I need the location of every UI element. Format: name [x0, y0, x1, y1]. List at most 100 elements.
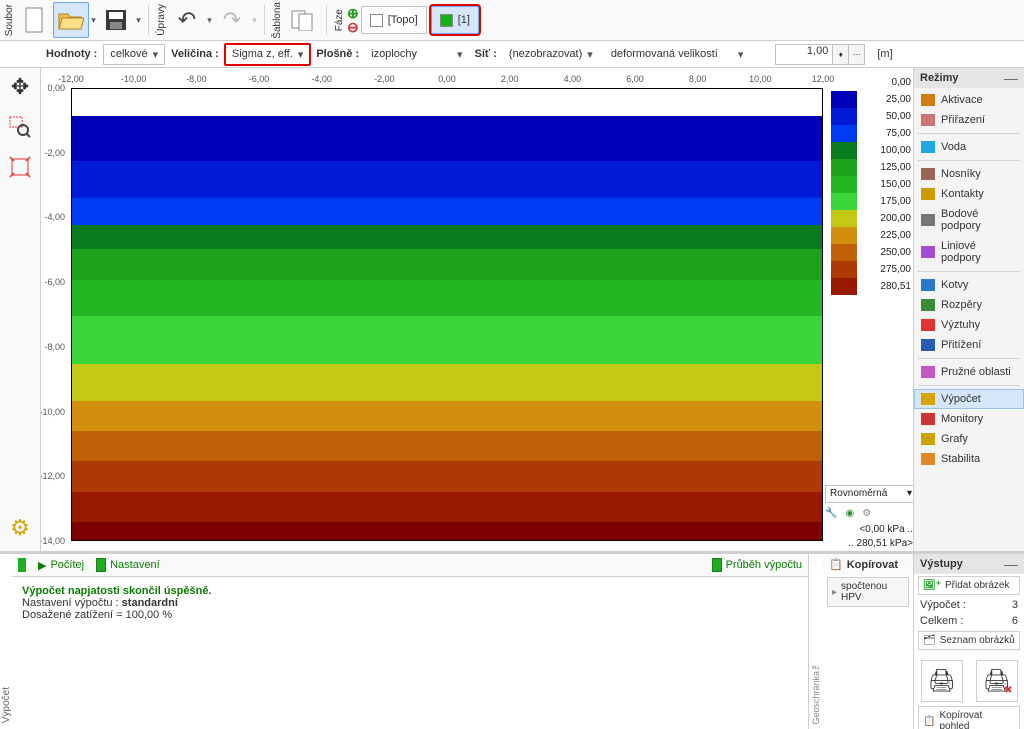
mode-item-aktivace[interactable]: Aktivace — [914, 90, 1024, 110]
mode-icon — [921, 94, 935, 106]
selector-bar: Hodnoty : celkové▾ Veličina : Sigma z, e… — [0, 41, 1024, 68]
mode-label: Voda — [941, 141, 966, 153]
gear-icon: ⚙ — [10, 515, 30, 541]
phase-1-button[interactable]: [1] — [431, 6, 479, 34]
sit-dropdown[interactable]: (nezobrazovat)▾ — [503, 45, 599, 64]
range-info: Rovnoměrná▾ 🔧 ◉ ⚙ <0,00 kPa .. .. 280,51… — [825, 485, 913, 551]
calc-progress-button[interactable]: Průběh výpočtu — [712, 558, 802, 572]
calc-settings-label: Nastavení — [110, 559, 160, 571]
mode-item-pružné-oblasti[interactable]: Pružné oblasti — [914, 362, 1024, 382]
folder-open-icon — [58, 9, 84, 31]
print-color-button[interactable]: 🖨✖ — [976, 660, 1018, 702]
settings-button[interactable]: ⚙ — [3, 511, 37, 545]
geoclipboard-tab[interactable]: Geoschránka™ — [809, 554, 823, 729]
copy-hpv-button[interactable]: ▸spočtenou HPV — [827, 577, 909, 607]
main-toolbar: Soubor ▾ ▾ Úpravy ↶▾ ↷▾ Šablona Fáz — [0, 0, 1024, 41]
mode-icon — [921, 246, 935, 258]
mode-item-voda[interactable]: Voda — [914, 137, 1024, 157]
redo-icon: ↷ — [223, 7, 241, 33]
fit-view-button[interactable] — [3, 150, 37, 184]
scale-mode-dropdown[interactable]: Rovnoměrná▾ — [825, 485, 913, 503]
mode-label: Rozpěry — [941, 299, 982, 311]
scale-input[interactable]: 1,00 — [775, 44, 833, 65]
open-file-dropdown[interactable]: ▾ — [89, 15, 98, 26]
target-icon[interactable]: ◉ — [845, 507, 854, 521]
new-file-button[interactable] — [17, 2, 53, 38]
open-file-button[interactable] — [53, 2, 89, 38]
undo-icon: ↶ — [178, 7, 196, 33]
phase-add-button[interactable]: ⊕ — [347, 7, 359, 19]
zoom-window-button[interactable] — [3, 110, 37, 144]
hodnoty-dropdown[interactable]: celkové▾ — [103, 44, 165, 65]
play-icon: ▶ — [38, 559, 46, 572]
gear-small-icon[interactable]: ⚙ — [862, 507, 871, 521]
run-calc-button[interactable]: ▶Počítej — [38, 559, 84, 572]
mode-item-nosníky[interactable]: Nosníky — [914, 164, 1024, 184]
redo-dropdown[interactable]: ▾ — [250, 15, 259, 26]
phase-remove-button[interactable]: ⊖ — [347, 21, 359, 33]
mode-item-stabilita[interactable]: Stabilita — [914, 449, 1024, 469]
plot-viewer[interactable]: -12,00-10,00-8,00-6,00-4,00-2,000,002,00… — [41, 68, 913, 551]
outputs-vypocet-row: Výpočet :3 — [914, 597, 1024, 613]
mode-label: Bodové podpory — [941, 208, 1017, 232]
copy-view-button[interactable]: 📋Kopírovat pohled — [918, 706, 1020, 729]
minimize-icon[interactable]: — — [1004, 73, 1018, 83]
template-button[interactable] — [285, 2, 321, 38]
mode-item-výpočet[interactable]: Výpočet — [914, 389, 1024, 409]
chevron-down-icon: ▾ — [153, 48, 159, 61]
deformation-dropdown[interactable]: deformovaná velikostí▾ — [605, 45, 750, 64]
phase-topo-button[interactable]: [Topo] — [361, 6, 427, 34]
mode-item-monitory[interactable]: Monitory — [914, 409, 1024, 429]
outputs-celkem-row: Celkem :6 — [914, 613, 1024, 629]
print-button[interactable]: 🖨 — [921, 660, 963, 702]
bottom-tab[interactable]: Výpočet — [0, 554, 12, 729]
phase-topo-mark-icon — [370, 14, 383, 27]
mode-item-grafy[interactable]: Grafy — [914, 429, 1024, 449]
play-small-icon: ▸ — [832, 587, 837, 598]
mode-item-výztuhy[interactable]: Výztuhy — [914, 315, 1024, 335]
undo-button[interactable]: ↶ — [169, 2, 205, 38]
mode-item-liniové-podpory[interactable]: Liniové podpory — [914, 236, 1024, 268]
chevron-down-icon: ▾ — [298, 48, 304, 61]
mode-icon — [921, 339, 935, 351]
ruler-horizontal: -12,00-10,00-8,00-6,00-4,00-2,000,002,00… — [71, 74, 823, 86]
redo-button[interactable]: ↷ — [214, 2, 250, 38]
phase-menu-label: Fáze — [332, 9, 347, 31]
mode-item-kontakty[interactable]: Kontakty — [914, 184, 1024, 204]
outputs-celkem-label: Celkem : — [920, 615, 963, 627]
velicina-value: Sigma z, eff. — [232, 48, 293, 60]
file-new-icon — [24, 7, 46, 33]
mode-item-bodové-podpory[interactable]: Bodové podpory — [914, 204, 1024, 236]
calc-settings-button[interactable]: Nastavení — [96, 558, 160, 572]
undo-dropdown[interactable]: ▾ — [205, 15, 214, 26]
mode-item-přitížení[interactable]: Přitížení — [914, 335, 1024, 355]
add-image-button[interactable]: 🖼⁺Přidat obrázek — [918, 576, 1020, 595]
zoom-window-icon — [9, 116, 31, 138]
add-image-label: Přidat obrázek — [945, 580, 1009, 591]
mode-item-kotvy[interactable]: Kotvy — [914, 275, 1024, 295]
scale-options-button[interactable]: ⋯ — [849, 44, 865, 65]
progress-mark-icon — [712, 558, 722, 572]
image-list-label: Seznam obrázků — [940, 635, 1015, 646]
plosne-dropdown[interactable]: izoplochy▾ — [365, 45, 468, 64]
mode-item-rozpěry[interactable]: Rozpěry — [914, 295, 1024, 315]
mode-item-přiřazení[interactable]: Přiřazení — [914, 110, 1024, 130]
wrench-icon[interactable]: 🔧 — [825, 507, 837, 521]
mode-label: Výztuhy — [941, 319, 980, 331]
save-dropdown[interactable]: ▾ — [134, 15, 143, 26]
outputs-header: Výstupy— — [914, 554, 1024, 574]
mode-label: Přiřazení — [941, 114, 985, 126]
mode-icon — [921, 453, 935, 465]
velicina-dropdown[interactable]: Sigma z, eff. ▾ — [225, 44, 310, 65]
plot-area — [71, 88, 823, 541]
mode-label: Pružné oblasti — [941, 366, 1011, 378]
save-button[interactable] — [98, 2, 134, 38]
image-list-button[interactable]: 🗂Seznam obrázků — [918, 631, 1020, 650]
mode-label: Monitory — [941, 413, 983, 425]
scale-down-button[interactable]: ♦ — [833, 44, 849, 65]
phase-1-label: [1] — [458, 14, 470, 26]
minimize-icon[interactable]: — — [1004, 559, 1018, 569]
mode-icon — [921, 393, 935, 405]
pan-button[interactable]: ✥ — [3, 70, 37, 104]
deformation-value: deformovaná velikostí — [611, 48, 718, 60]
